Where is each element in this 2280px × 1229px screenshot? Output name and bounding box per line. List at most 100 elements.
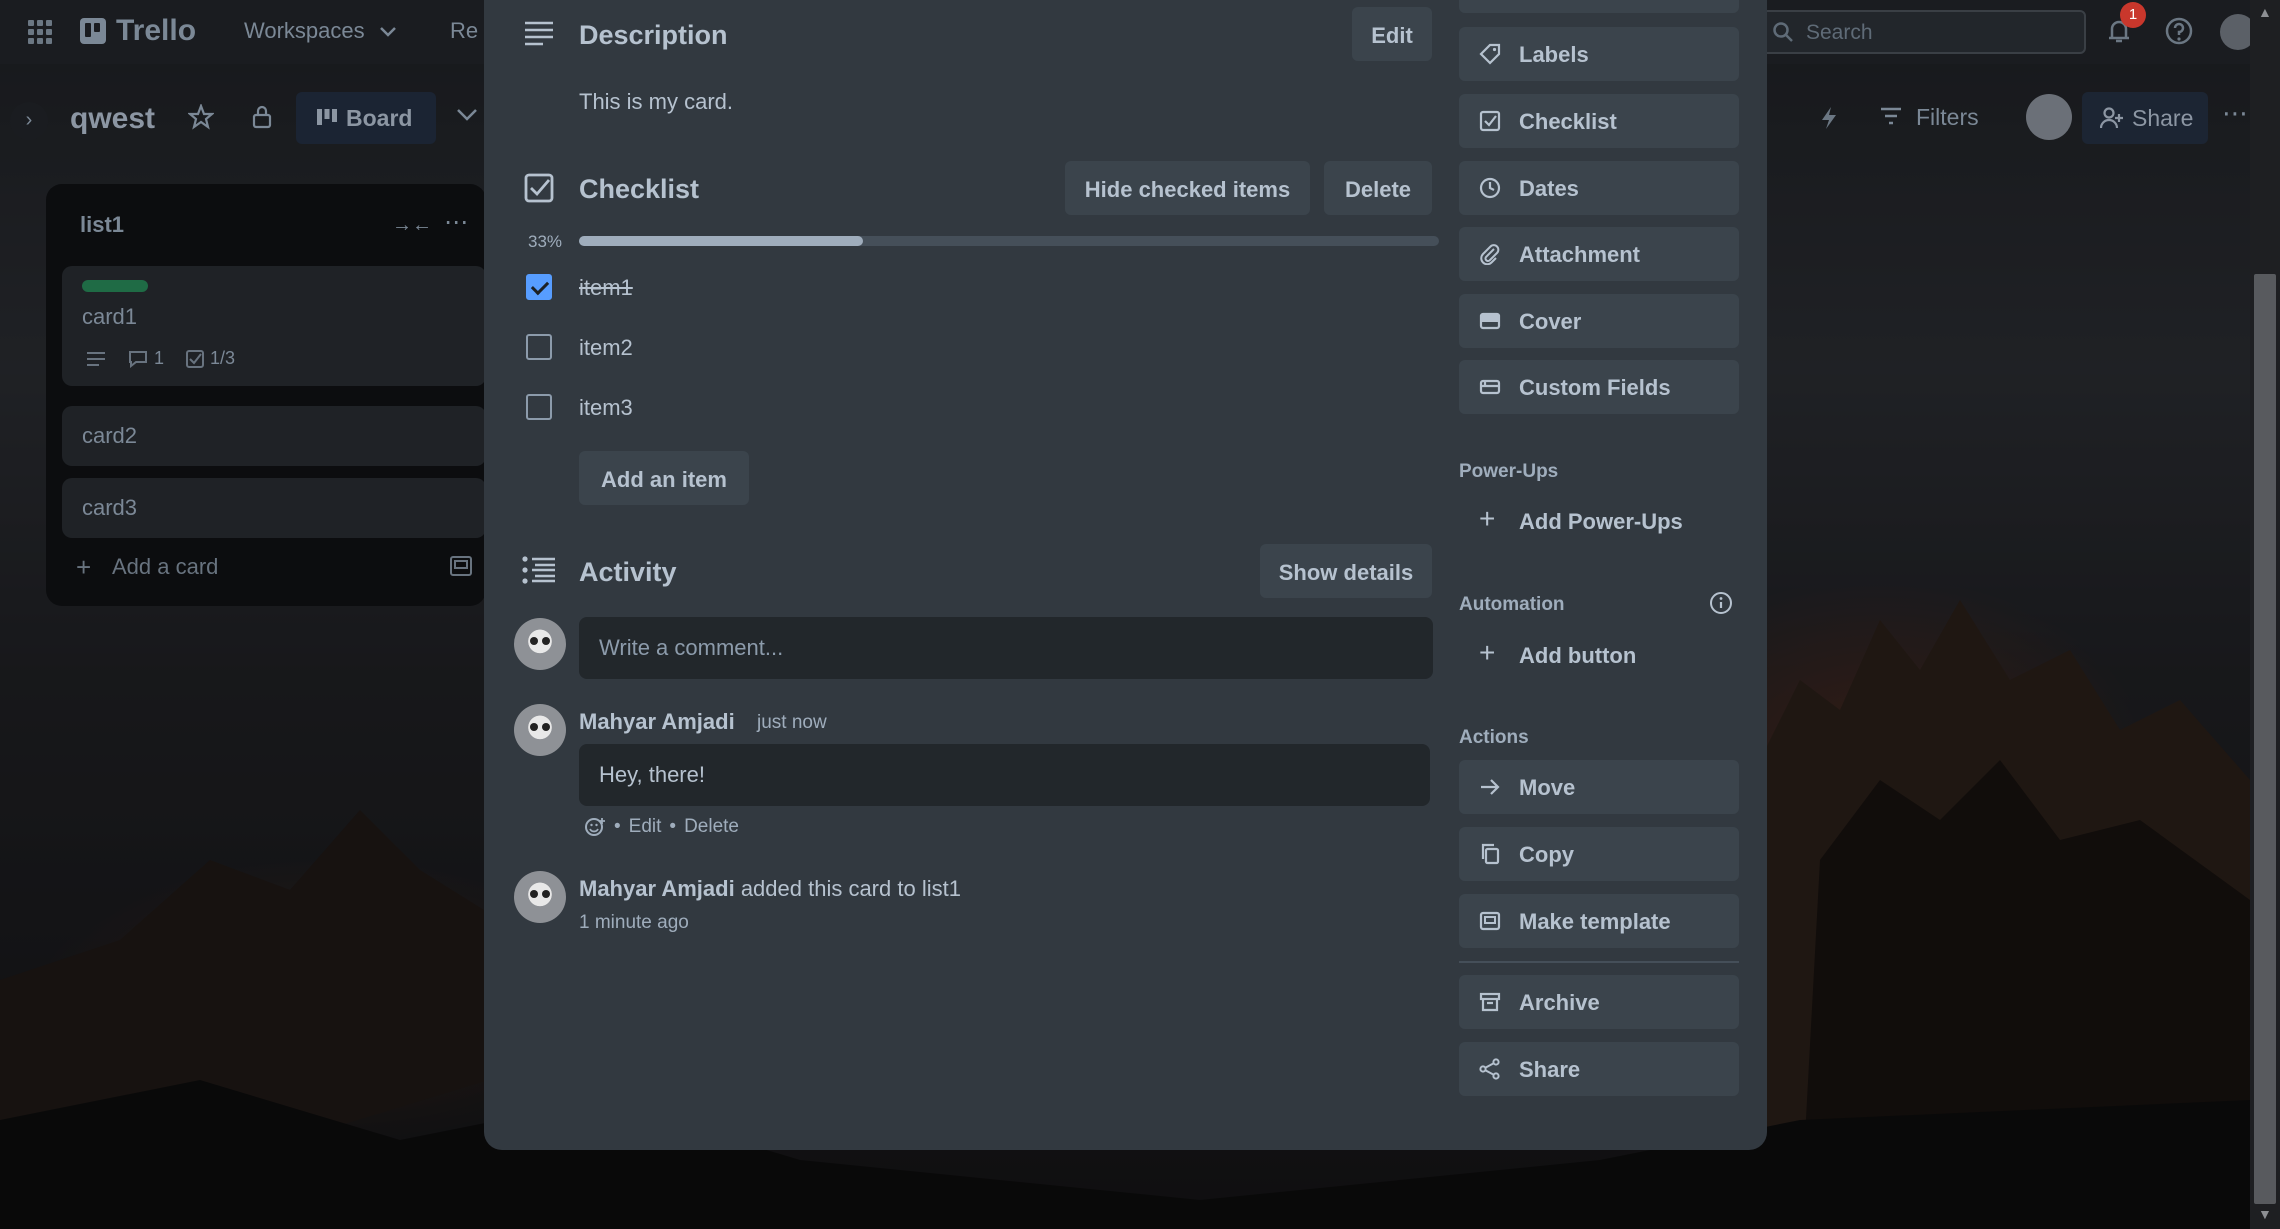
attachment-label: Attachment	[1519, 242, 1641, 267]
recent-menu[interactable]: Re	[450, 18, 478, 44]
cover-button[interactable]: Cover	[1459, 294, 1739, 348]
card-item[interactable]: card2	[62, 406, 486, 466]
add-automation-button[interactable]: + Add button	[1459, 628, 1739, 682]
plus-icon: +	[1479, 503, 1496, 534]
description-text[interactable]: This is my card.	[579, 89, 733, 115]
comment-timestamp[interactable]: just now	[757, 712, 827, 734]
search-input[interactable]: Search	[1760, 10, 2086, 54]
list-title[interactable]: list1	[80, 212, 124, 238]
checklist-count: 1/3	[210, 348, 236, 368]
actions-heading: Actions	[1459, 727, 1529, 748]
sidebar-divider	[1459, 961, 1739, 963]
delete-comment-link[interactable]: Delete	[684, 816, 739, 838]
add-card-button[interactable]: + Add a card	[76, 552, 218, 582]
share-board-label: Share	[2132, 105, 2194, 131]
scroll-down-arrow[interactable]: ▼	[2258, 1206, 2272, 1222]
checklist-item-checkbox[interactable]	[526, 394, 552, 420]
comment-text: Hey, there!	[579, 744, 1430, 806]
custom-fields-icon	[1479, 379, 1501, 395]
automation-heading: Automation	[1459, 594, 1565, 615]
checklist-item-text[interactable]: item1	[579, 275, 633, 301]
search-icon	[1773, 22, 1793, 42]
dates-button[interactable]: Dates	[1459, 161, 1739, 215]
add-member-icon	[2100, 107, 2123, 129]
comment-actions: • Edit • Delete	[584, 816, 739, 838]
archive-icon	[1479, 992, 1501, 1012]
add-power-ups-button[interactable]: + Add Power-Ups	[1459, 494, 1739, 548]
chevron-down-icon	[379, 27, 396, 37]
make-template-button[interactable]: Make template	[1459, 894, 1739, 948]
add-checklist-item-button[interactable]: Add an item	[579, 451, 749, 505]
board-view-button[interactable]: Board	[296, 92, 436, 144]
share-icon	[1479, 1058, 1500, 1080]
add-button-label: Add button	[1519, 643, 1637, 668]
card-detail-modal: Description Edit This is my card. Checkl…	[484, 0, 1767, 1150]
clock-icon	[1479, 177, 1501, 199]
checklist-item-checkbox[interactable]	[526, 334, 552, 360]
add-power-ups-label: Add Power-Ups	[1519, 509, 1683, 534]
member-avatar[interactable]	[2026, 94, 2072, 140]
comment-input[interactable]: Write a comment...	[579, 617, 1433, 679]
separator: •	[669, 816, 677, 837]
activity-icon	[522, 556, 555, 584]
checklist-icon	[524, 173, 554, 203]
help-icon[interactable]	[2164, 16, 2194, 46]
workspaces-menu[interactable]: Workspaces	[244, 18, 397, 44]
attachment-button[interactable]: Attachment	[1459, 227, 1739, 281]
trello-logo[interactable]: Trello	[80, 14, 196, 48]
make-template-label: Make template	[1519, 909, 1671, 934]
move-button[interactable]: Move	[1459, 760, 1739, 814]
delete-checklist-button[interactable]: Delete	[1324, 161, 1432, 215]
event-timestamp[interactable]: 1 minute ago	[579, 912, 689, 934]
labels-button[interactable]: Labels	[1459, 27, 1739, 81]
event-author-name[interactable]: Mahyar Amjadi	[579, 876, 735, 901]
collapse-list-icon[interactable]: →←	[392, 214, 432, 237]
labels-label: Labels	[1519, 42, 1589, 67]
info-icon[interactable]	[1709, 591, 1733, 615]
checklist-item-checkbox[interactable]	[526, 274, 552, 300]
scroll-up-arrow[interactable]: ▲	[2258, 4, 2272, 20]
chevron-down-icon[interactable]	[456, 108, 478, 122]
checklist-title[interactable]: Checklist	[579, 174, 699, 205]
search-placeholder: Search	[1806, 21, 1873, 44]
arrow-right-icon	[1481, 779, 1500, 795]
sidebar-toggle-button[interactable]: ›	[10, 102, 48, 140]
share-card-label: Share	[1519, 1057, 1581, 1082]
card-item[interactable]: card1 1 1/3	[62, 266, 486, 386]
app-switcher-icon[interactable]	[26, 18, 54, 46]
edit-description-button[interactable]: Edit	[1352, 7, 1432, 61]
checklist-item-text[interactable]: item3	[579, 395, 633, 421]
card-item[interactable]: card3	[62, 478, 486, 538]
comment-author-name[interactable]: Mahyar Amjadi	[579, 709, 735, 735]
comment-badge: 1	[128, 348, 164, 369]
card-template-icon[interactable]	[450, 556, 472, 576]
list-menu-button[interactable]: ⋯	[444, 208, 468, 237]
automation-bolt-icon[interactable]	[1820, 106, 1838, 130]
checklist-progress-bar	[579, 236, 1439, 246]
add-reaction-icon[interactable]	[584, 816, 606, 838]
share-card-button[interactable]: Share	[1459, 1042, 1739, 1096]
edit-comment-link[interactable]: Edit	[629, 816, 662, 838]
copy-button[interactable]: Copy	[1459, 827, 1739, 881]
members-button[interactable]	[1459, 0, 1739, 13]
share-board-button[interactable]: Share	[2082, 92, 2208, 144]
filters-button[interactable]: Filters	[1880, 104, 1979, 131]
board-view-icon	[317, 109, 337, 125]
board-title[interactable]: qwest	[70, 102, 155, 136]
page-scrollbar[interactable]: ▲ ▼	[2250, 0, 2280, 1229]
archive-button[interactable]: Archive	[1459, 975, 1739, 1029]
checklist-button[interactable]: Checklist	[1459, 94, 1739, 148]
hide-checked-items-button[interactable]: Hide checked items	[1065, 161, 1310, 215]
scroll-thumb[interactable]	[2254, 274, 2276, 1204]
event-author-avatar[interactable]	[514, 871, 566, 923]
checklist-item-text[interactable]: item2	[579, 335, 633, 361]
paperclip-icon	[1480, 244, 1500, 265]
template-icon	[1479, 911, 1501, 931]
lock-icon[interactable]	[250, 104, 274, 130]
star-icon[interactable]	[188, 104, 214, 130]
show-details-button[interactable]: Show details	[1260, 544, 1432, 598]
notification-count-badge: 1	[2120, 2, 2146, 28]
custom-fields-button[interactable]: Custom Fields	[1459, 360, 1739, 414]
board-menu-button[interactable]: ⋯	[2222, 98, 2248, 129]
comment-author-avatar[interactable]	[514, 704, 566, 756]
